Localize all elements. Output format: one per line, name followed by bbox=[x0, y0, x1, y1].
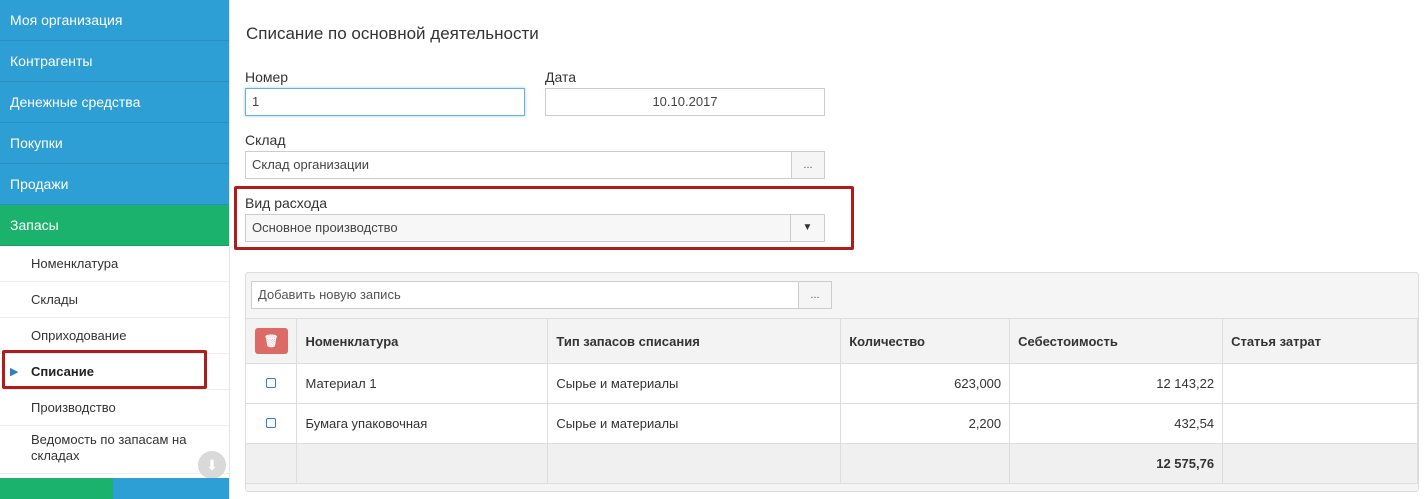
column-header-cost[interactable]: Себестоимость bbox=[1009, 318, 1224, 364]
cell-quantity[interactable]: 623,000 bbox=[840, 363, 1011, 404]
items-panel: Добавить новую запись ... 🗑 Номенклатура… bbox=[245, 272, 1419, 492]
total-empty-cell bbox=[246, 443, 298, 484]
warehouse-select-button[interactable]: ... bbox=[791, 151, 825, 179]
menu-item-cash[interactable]: Денежные средства bbox=[0, 82, 229, 123]
row-checkbox[interactable] bbox=[266, 418, 277, 428]
menu-item-purchases[interactable]: Покупки bbox=[0, 123, 229, 164]
table-row[interactable]: Бумага упаковочная Сырье и материалы 2,2… bbox=[246, 403, 1418, 444]
submenu-item-production[interactable]: Производство bbox=[0, 390, 229, 426]
cell-nomenclature[interactable]: Материал 1 bbox=[296, 363, 549, 404]
cell-cost[interactable]: 12 143,22 bbox=[1009, 363, 1224, 404]
table-header-row: 🗑 Номенклатура Тип запасов списания Коли… bbox=[246, 318, 1418, 364]
add-record-select-button[interactable]: ... bbox=[798, 281, 832, 309]
cell-quantity[interactable]: 2,200 bbox=[840, 403, 1011, 444]
expense-type-value: Основное производство bbox=[252, 220, 398, 235]
page-title: Списание по основной деятельности bbox=[246, 24, 539, 43]
column-header-cost-article[interactable]: Статья затрат bbox=[1222, 318, 1418, 364]
cell-cost-article[interactable] bbox=[1222, 363, 1418, 404]
total-empty-cell bbox=[840, 443, 1011, 484]
menu-item-my-organization[interactable]: Моя организация bbox=[0, 0, 229, 41]
date-input[interactable]: 10.10.2017 bbox=[545, 88, 825, 116]
current-arrow-icon: ▶ bbox=[10, 366, 19, 378]
submenu-item-warehouses[interactable]: Склады bbox=[0, 282, 229, 318]
warehouse-label: Склад bbox=[245, 132, 286, 148]
chevron-down-icon[interactable]: ▼ bbox=[790, 215, 824, 241]
menu-item-sales[interactable]: Продажи bbox=[0, 164, 229, 205]
submenu-item-nomenclature[interactable]: Номенклатура bbox=[0, 246, 229, 282]
number-label: Номер bbox=[245, 69, 289, 85]
table-row[interactable]: Материал 1 Сырье и материалы 623,000 12 … bbox=[246, 363, 1418, 404]
date-label: Дата bbox=[545, 69, 577, 85]
number-input[interactable]: 1 bbox=[245, 88, 525, 116]
total-empty-cell bbox=[296, 443, 549, 484]
expense-type-select[interactable]: Основное производство ▼ bbox=[245, 214, 825, 242]
warehouse-input[interactable]: Склад организации bbox=[245, 151, 792, 179]
cell-cost[interactable]: 432,54 bbox=[1009, 403, 1224, 444]
delete-column-header: 🗑 bbox=[246, 318, 298, 364]
add-record-placeholder: Добавить новую запись bbox=[258, 287, 401, 302]
total-cost: 12 575,76 bbox=[1009, 443, 1224, 484]
column-header-quantity[interactable]: Количество bbox=[840, 318, 1011, 364]
menu-item-counterparties[interactable]: Контрагенты bbox=[0, 41, 229, 82]
menu-item-inventory[interactable]: Запасы bbox=[0, 205, 229, 246]
cell-nomenclature[interactable]: Бумага упаковочная bbox=[296, 403, 549, 444]
expense-type-label: Вид расхода bbox=[245, 195, 328, 211]
row-checkbox[interactable] bbox=[266, 378, 277, 388]
sidebar: Моя организация Контрагенты Денежные сре… bbox=[0, 0, 230, 499]
submenu-item-inventory-report[interactable]: Ведомость по запасам на складах bbox=[0, 426, 229, 474]
trash-icon[interactable]: 🗑 bbox=[254, 328, 288, 354]
row-checkbox-cell bbox=[246, 403, 298, 444]
total-empty-cell bbox=[547, 443, 842, 484]
column-header-nomenclature[interactable]: Номенклатура bbox=[296, 318, 549, 364]
sidebar-footer-left[interactable] bbox=[0, 478, 113, 499]
sidebar-footer bbox=[0, 478, 229, 499]
items-table-wrap: 🗑 Номенклатура Тип запасов списания Коли… bbox=[246, 318, 1418, 484]
items-table: 🗑 Номенклатура Тип запасов списания Коли… bbox=[246, 318, 1418, 484]
cell-type[interactable]: Сырье и материалы bbox=[547, 363, 842, 404]
add-record-input[interactable]: Добавить новую запись bbox=[251, 281, 799, 309]
cell-cost-article[interactable] bbox=[1222, 403, 1418, 444]
sidebar-footer-right[interactable] bbox=[113, 478, 229, 499]
cell-type[interactable]: Сырье и материалы bbox=[547, 403, 842, 444]
total-empty-cell bbox=[1222, 443, 1418, 484]
arrow-down-circle-icon[interactable]: ⬇ bbox=[198, 451, 226, 479]
submenu-item-receipt[interactable]: Оприходование bbox=[0, 318, 229, 354]
table-total-row: 12 575,76 bbox=[246, 443, 1418, 484]
main-content: Списание по основной деятельности Номер … bbox=[234, 0, 1426, 499]
submenu-item-write-off[interactable]: ▶ Списание bbox=[0, 354, 229, 390]
submenu-item-write-off-label: Списание bbox=[31, 364, 94, 379]
row-checkbox-cell bbox=[246, 363, 298, 404]
column-header-type[interactable]: Тип запасов списания bbox=[547, 318, 842, 364]
